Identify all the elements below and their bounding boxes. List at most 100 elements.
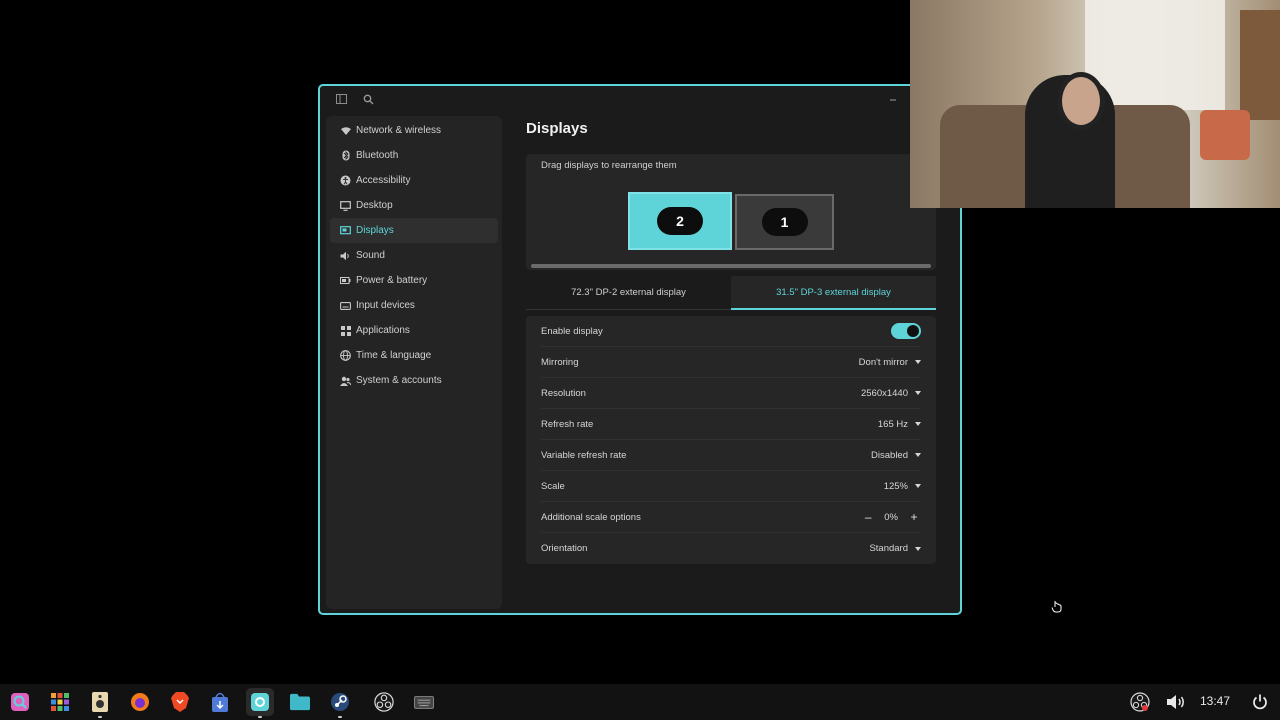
sidebar-toggle-icon[interactable] [334, 94, 348, 108]
files-icon[interactable] [290, 692, 310, 712]
additional-scale-value: 0% [884, 511, 898, 523]
sidebar: Network & wireless Bluetooth Accessibili… [326, 116, 502, 609]
orientation-label: Orientation [541, 543, 588, 554]
sidebar-item-power[interactable]: Power & battery [330, 268, 498, 293]
webcam-head [1057, 72, 1105, 130]
chevron-down-icon [915, 391, 921, 395]
sidebar-item-label: Accessibility [356, 175, 411, 186]
decrease-scale-button[interactable]: – [861, 510, 875, 524]
keyboard-icon [340, 300, 351, 311]
sidebar-item-label: Bluetooth [356, 150, 399, 161]
enable-display-label: Enable display [541, 325, 603, 337]
sidebar-item-label: Displays [356, 225, 394, 236]
scale-label: Scale [541, 480, 565, 492]
resolution-label: Resolution [541, 387, 586, 399]
scale-dropdown[interactable]: 125% [884, 481, 921, 492]
additional-scale-stepper: – 0% + [861, 510, 921, 524]
display-number: 2 [657, 207, 703, 235]
accessibility-icon [340, 175, 351, 186]
sidebar-item-label: Applications [356, 325, 410, 336]
displays-page: Displays Drag displays to rearrange them… [526, 116, 936, 564]
sidebar-item-time-language[interactable]: Time & language [330, 343, 498, 368]
speaker-icon [340, 250, 351, 261]
obs-icon[interactable] [374, 692, 394, 712]
window-header [320, 86, 960, 116]
brave-icon[interactable] [170, 692, 190, 712]
settings-app-icon[interactable] [250, 692, 270, 712]
volume-icon[interactable] [1166, 692, 1186, 712]
arrangement-scrollbar[interactable] [531, 264, 931, 268]
increase-scale-button[interactable]: + [907, 510, 921, 524]
battery-icon [340, 275, 351, 286]
refresh-rate-label: Refresh rate [541, 418, 594, 430]
keyboard-app-icon[interactable] [414, 692, 434, 712]
sidebar-item-displays[interactable]: Displays [330, 218, 498, 243]
apps-grid-icon [340, 325, 351, 336]
minimize-icon[interactable] [888, 92, 902, 106]
refresh-rate-row: Refresh rate 165 Hz [541, 409, 921, 440]
mirroring-value: Don't mirror [858, 356, 908, 368]
steam-icon[interactable] [330, 692, 350, 712]
additional-scale-row: Additional scale options – 0% + [541, 502, 921, 533]
clock[interactable]: 13:47 [1200, 694, 1230, 708]
wifi-icon [340, 125, 351, 136]
additional-scale-label: Additional scale options [541, 511, 641, 523]
display-number: 1 [761, 208, 808, 236]
scale-row: Scale 125% [541, 471, 921, 502]
sidebar-item-network[interactable]: Network & wireless [330, 118, 498, 143]
sidebar-item-label: Power & battery [356, 275, 428, 286]
mirroring-dropdown[interactable]: Don't mirror [859, 357, 921, 368]
resolution-row: Resolution 2560x1440 [541, 378, 921, 409]
settings-window: Network & wireless Bluetooth Accessibili… [318, 84, 962, 615]
sidebar-item-bluetooth[interactable]: Bluetooth [330, 143, 498, 168]
mirroring-label: Mirroring [541, 356, 579, 368]
sidebar-item-label: System & accounts [356, 375, 442, 386]
refresh-rate-value: 165 Hz [877, 418, 908, 430]
speaker-app-icon[interactable] [90, 692, 110, 712]
obs-tray-icon[interactable] [1130, 692, 1150, 712]
sidebar-item-label: Input devices [356, 300, 415, 311]
store-icon[interactable] [210, 692, 230, 712]
running-indicator [338, 716, 342, 718]
orientation-row: Orientation Standard [541, 533, 921, 564]
launcher-icon[interactable] [10, 692, 30, 712]
arrange-hint: Drag displays to rearrange them [541, 160, 677, 171]
vrr-dropdown[interactable]: Disabled [871, 450, 921, 461]
bluetooth-icon [340, 150, 351, 161]
hand-cursor-icon [1051, 600, 1063, 616]
webcam-overlay [910, 0, 1280, 208]
sidebar-item-sound[interactable]: Sound [330, 243, 498, 268]
sidebar-item-applications[interactable]: Applications [330, 318, 498, 343]
refresh-rate-dropdown[interactable]: 165 Hz [878, 419, 921, 430]
firefox-icon[interactable] [130, 692, 150, 712]
orientation-value: Standard [869, 543, 908, 554]
tab-dp-3[interactable]: 31.5" DP-3 external display [731, 276, 936, 310]
enable-display-toggle[interactable] [891, 323, 921, 339]
orientation-dropdown[interactable]: Standard [869, 543, 921, 554]
sidebar-item-input-devices[interactable]: Input devices [330, 293, 498, 318]
app-grid-icon[interactable] [50, 692, 70, 712]
sidebar-item-label: Network & wireless [356, 125, 442, 136]
sidebar-item-label: Desktop [356, 200, 393, 211]
enable-display-row: Enable display [541, 316, 921, 347]
resolution-dropdown[interactable]: 2560x1440 [861, 388, 921, 399]
vrr-label: Variable refresh rate [541, 449, 627, 461]
search-icon[interactable] [361, 94, 375, 108]
sidebar-item-desktop[interactable]: Desktop [330, 193, 498, 218]
chevron-down-icon [915, 453, 921, 457]
sidebar-item-accessibility[interactable]: Accessibility [330, 168, 498, 193]
taskbar: 13:47 [0, 684, 1280, 720]
display-1-tile[interactable]: 1 [735, 194, 834, 250]
toggle-knob [907, 325, 919, 337]
sidebar-item-system-accounts[interactable]: System & accounts [330, 368, 498, 393]
power-icon[interactable] [1250, 692, 1270, 712]
mirroring-row: Mirroring Don't mirror [541, 347, 921, 378]
chevron-down-icon [915, 546, 921, 551]
display-2-tile[interactable]: 2 [628, 192, 732, 250]
tab-dp-2[interactable]: 72.3" DP-2 external display [526, 276, 731, 310]
chevron-down-icon [915, 360, 921, 364]
page-title: Displays [526, 120, 588, 137]
display-icon [340, 225, 351, 236]
vrr-row: Variable refresh rate Disabled [541, 440, 921, 471]
users-icon [340, 375, 351, 386]
